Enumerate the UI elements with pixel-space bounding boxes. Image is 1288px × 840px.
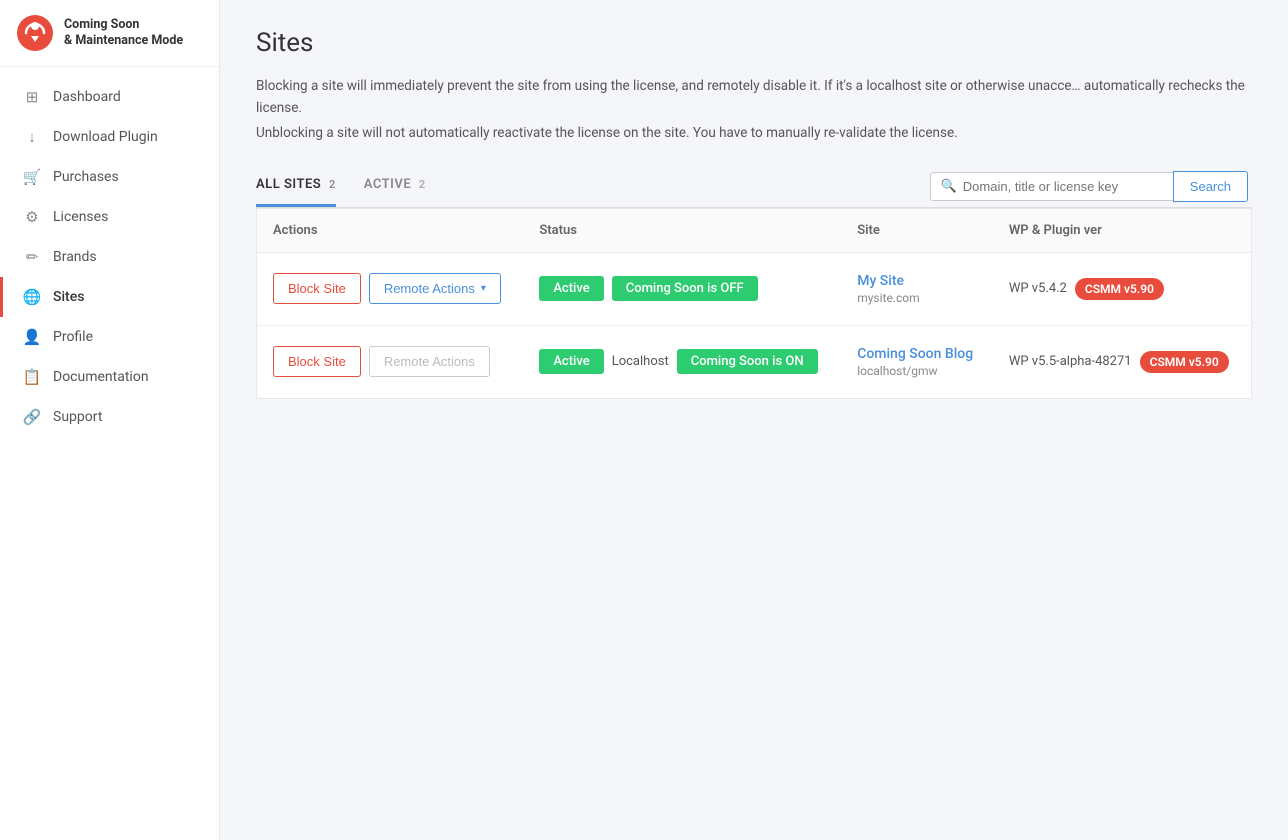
sidebar-item-label: Brands [53,249,97,265]
row1-status: Active Coming Soon is OFF [539,276,825,301]
sites-table: Actions Status Site WP & Plugin ver Bloc… [256,208,1252,399]
row1-csmm-badge: CSMM v5.90 [1075,278,1164,300]
row2-actions: Block Site Remote Actions [273,346,507,377]
page-title: Sites [256,28,1252,58]
row2-wp-ver: WP v5.5-alpha-48271 [1009,354,1132,369]
app-name: Coming Soon & Maintenance Mode [64,17,183,50]
row1-site-url: mysite.com [857,291,977,305]
table-row: Block Site Remote Actions Active Localho… [257,325,1252,398]
tabs-row: ALL SITES 2 ACTIVE 2 🔍 Search [256,167,1252,208]
row2-status: Active Localhost Coming Soon is ON [539,349,825,374]
sidebar: Coming Soon & Maintenance Mode ⊞ Dashboa… [0,0,220,840]
row1-site-link[interactable]: My Site [857,273,904,289]
sites-icon: 🌐 [23,288,41,306]
licenses-icon: ⚙ [23,208,41,226]
description-2: Unblocking a site will not automatically… [256,123,1252,145]
col-site: Site [841,208,993,252]
sidebar-item-label: Support [53,409,102,425]
sidebar-item-support[interactable]: 🔗 Support [0,397,219,437]
tab-active-count: 2 [419,178,426,191]
row2-block-site-button[interactable]: Block Site [273,346,361,377]
sidebar-item-sites[interactable]: 🌐 Sites [0,277,219,317]
row2-status-cell: Active Localhost Coming Soon is ON [523,325,841,398]
tab-all-sites[interactable]: ALL SITES 2 [256,167,336,207]
tab-active-label: ACTIVE [364,177,411,192]
profile-icon: 👤 [23,328,41,346]
table-header-row: Actions Status Site WP & Plugin ver [257,208,1252,252]
support-icon: 🔗 [23,408,41,426]
row1-remote-actions-button[interactable]: Remote Actions ▾ [369,273,501,304]
sidebar-logo: Coming Soon & Maintenance Mode [0,0,219,67]
row2-coming-soon-badge: Coming Soon is ON [677,349,818,374]
row1-coming-soon-badge: Coming Soon is OFF [612,276,758,301]
search-input-wrap: 🔍 [930,172,1173,201]
brands-icon: ✏ [23,248,41,266]
sidebar-item-label: Sites [53,289,84,305]
row1-actions-cell: Block Site Remote Actions ▾ [257,252,524,325]
row2-active-badge: Active [539,349,603,374]
sidebar-item-profile[interactable]: 👤 Profile [0,317,219,357]
sidebar-item-documentation[interactable]: 📋 Documentation [0,357,219,397]
row1-status-cell: Active Coming Soon is OFF [523,252,841,325]
sidebar-item-label: Download Plugin [53,129,158,145]
row2-actions-cell: Block Site Remote Actions [257,325,524,398]
tab-all-sites-label: ALL SITES [256,177,321,192]
row2-csmm-badge: CSMM v5.90 [1140,351,1229,373]
tab-active[interactable]: ACTIVE 2 [364,167,426,207]
dashboard-icon: ⊞ [23,88,41,106]
row1-remote-label: Remote Actions [384,281,475,296]
sidebar-item-label: Licenses [53,209,108,225]
sidebar-item-brands[interactable]: ✏ Brands [0,237,219,277]
row1-ver-cell: WP v5.4.2 CSMM v5.90 [993,252,1252,325]
col-status: Status [523,208,841,252]
chevron-down-icon: ▾ [481,283,486,294]
row1-actions: Block Site Remote Actions ▾ [273,273,507,304]
row1-site-cell: My Site mysite.com [841,252,993,325]
documentation-icon: 📋 [23,368,41,386]
sidebar-item-label: Profile [53,329,93,345]
search-icon: 🔍 [941,179,957,194]
row1-block-site-button[interactable]: Block Site [273,273,361,304]
search-button[interactable]: Search [1173,171,1248,202]
logo-line1: Coming Soon [64,17,183,33]
row1-active-badge: Active [539,276,603,301]
row1-version: WP v5.4.2 CSMM v5.90 [1009,278,1235,300]
main-content: Sites Blocking a site will immediately p… [220,0,1288,840]
col-actions: Actions [257,208,524,252]
download-icon: ↓ [23,128,41,146]
sidebar-item-label: Dashboard [53,89,121,105]
sidebar-item-download-plugin[interactable]: ↓ Download Plugin [0,117,219,157]
row2-site-cell: Coming Soon Blog localhost/gmw [841,325,993,398]
row1-wp-ver: WP v5.4.2 [1009,281,1067,296]
app-logo-icon [16,14,54,52]
table-row: Block Site Remote Actions ▾ Active Comin… [257,252,1252,325]
search-area: 🔍 Search [930,171,1248,202]
col-wp-plugin-ver: WP & Plugin ver [993,208,1252,252]
tab-all-sites-count: 2 [329,178,336,191]
row2-localhost-badge: Localhost [612,354,669,369]
sidebar-item-dashboard[interactable]: ⊞ Dashboard [0,77,219,117]
row2-site-url: localhost/gmw [857,364,977,378]
sidebar-item-licenses[interactable]: ⚙ Licenses [0,197,219,237]
sidebar-item-label: Purchases [53,169,119,185]
search-input[interactable] [963,179,1163,194]
purchases-icon: 🛒 [23,168,41,186]
row2-site-link[interactable]: Coming Soon Blog [857,346,973,362]
row2-remote-actions-button: Remote Actions [369,346,490,377]
sidebar-nav: ⊞ Dashboard ↓ Download Plugin 🛒 Purchase… [0,67,219,840]
sidebar-item-label: Documentation [53,369,149,385]
row2-version: WP v5.5-alpha-48271 CSMM v5.90 [1009,351,1235,373]
sidebar-item-purchases[interactable]: 🛒 Purchases [0,157,219,197]
row2-ver-cell: WP v5.5-alpha-48271 CSMM v5.90 [993,325,1252,398]
logo-line2: & Maintenance Mode [64,33,183,49]
description-1: Blocking a site will immediately prevent… [256,76,1252,119]
content-area: Sites Blocking a site will immediately p… [220,0,1288,840]
